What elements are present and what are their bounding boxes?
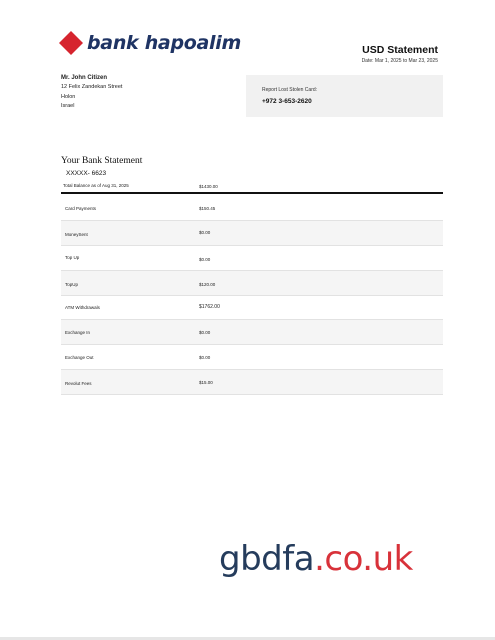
lost-card-phone: +972 3-653-2620	[262, 98, 312, 105]
statement-page: bank hapoalim USD Statement Date: Mar 1,…	[0, 0, 495, 640]
table-row: Exchange In $0.00	[61, 320, 443, 345]
total-balance-value: $1430.00	[199, 184, 218, 189]
table-row: Revolut Fees $15.00	[61, 370, 443, 395]
row-label: Exchange Out	[65, 355, 94, 360]
row-label: Card Payments	[65, 206, 97, 211]
table-row: TopUp $120.00	[61, 271, 443, 296]
table-row: Exchange Out $0.00	[61, 345, 443, 370]
row-value: $0.00	[199, 230, 211, 235]
watermark-part-2: .co.uk	[314, 539, 413, 579]
account-number: XXXXX- 6623	[66, 170, 107, 177]
bank-logo-icon	[59, 31, 83, 55]
lost-card-label: Report Lost Stolen Card:	[262, 87, 318, 93]
total-balance-label: Total Balance as of Aug 31, 2025	[63, 183, 129, 188]
customer-city: Holon	[61, 93, 76, 100]
customer-street: 12 Felix Zandekan Street	[61, 84, 123, 90]
watermark: gbdfa.co.uk	[219, 542, 413, 576]
row-value: $150.45	[199, 206, 216, 211]
lost-card-box: Report Lost Stolen Card: +972 3-653-2620	[246, 75, 443, 117]
customer-country: Israel	[61, 103, 75, 109]
statement-date-range: Date: Mar 1, 2025 to Mar 23, 2025	[361, 58, 438, 64]
customer-name: Mr. John Citizen	[61, 75, 108, 81]
row-label: MoneySent	[65, 232, 88, 237]
statement-title: USD Statement	[362, 44, 438, 56]
bank-logo: bank hapoalim	[58, 30, 241, 56]
row-value: $1762.00	[199, 304, 220, 310]
row-value: $0.00	[199, 330, 211, 335]
row-label: Exchange In	[65, 330, 91, 335]
customer-address-block: Mr. John Citizen 12 Felix Zandekan Stree…	[61, 74, 122, 112]
row-value: $15.00	[199, 380, 213, 385]
row-label: ATM Withdrawals	[65, 305, 100, 310]
divider-rule	[61, 192, 443, 194]
transactions-table: Card Payments $150.45 MoneySent $0.00 To…	[61, 196, 443, 395]
row-label: Revolut Fees	[65, 381, 92, 386]
row-value: $0.00	[199, 355, 211, 360]
row-value: $0.00	[199, 257, 211, 262]
table-row: ATM Withdrawals $1762.00	[61, 296, 443, 320]
table-row: MoneySent $0.00	[61, 221, 443, 246]
row-value: $120.00	[199, 282, 216, 287]
row-label: Top Up	[65, 255, 80, 260]
bank-name: bank hapoalim	[87, 32, 241, 54]
section-title: Your Bank Statement	[61, 156, 143, 166]
row-label: TopUp	[65, 282, 79, 287]
table-row: Card Payments $150.45	[61, 196, 443, 221]
watermark-part-1: gbdfa	[219, 539, 315, 579]
table-row: Top Up $0.00	[61, 246, 443, 271]
